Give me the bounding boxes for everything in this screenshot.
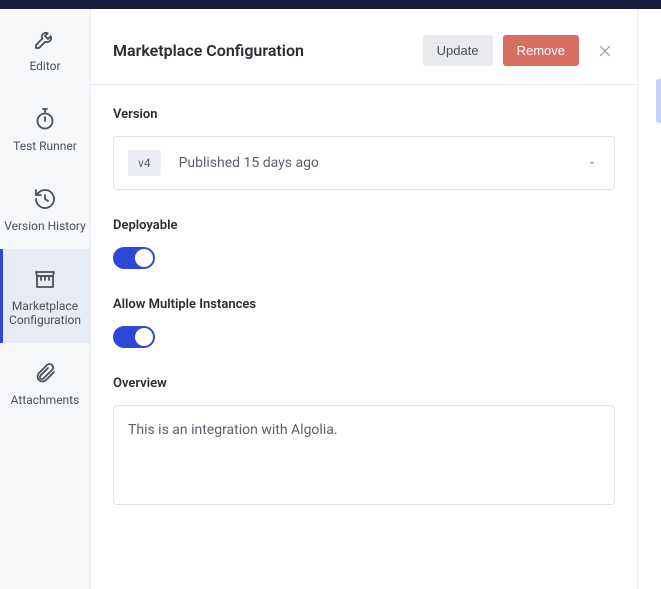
version-field: Version v4 Published 15 days ago: [113, 107, 615, 190]
close-icon: [597, 43, 613, 59]
app-topbar: [0, 0, 661, 9]
sidebar-item-attachments[interactable]: Attachments: [0, 343, 90, 423]
version-status-text: Published 15 days ago: [179, 155, 319, 171]
storefront-icon: [33, 267, 57, 291]
page-title: Marketplace Configuration: [113, 41, 304, 60]
overview-label: Overview: [113, 376, 615, 391]
chevron-down-icon: [586, 157, 598, 169]
right-drawer-handle[interactable]: [656, 79, 661, 123]
sidebar-item-label: Editor: [29, 59, 60, 73]
overview-textarea[interactable]: This is an integration with Algolia.: [113, 405, 615, 505]
deployable-label: Deployable: [113, 218, 615, 233]
paperclip-icon: [33, 361, 57, 385]
main-content: Marketplace Configuration Update Remove …: [91, 9, 637, 589]
allow-multiple-label: Allow Multiple Instances: [113, 297, 615, 312]
sidebar: Editor Test Runner Version History: [0, 9, 91, 589]
version-badge: v4: [128, 150, 161, 176]
stopwatch-icon: [33, 107, 57, 131]
sidebar-item-label: Test Runner: [13, 139, 77, 153]
wrench-icon: [33, 27, 57, 51]
history-icon: [33, 187, 57, 211]
allow-multiple-field: Allow Multiple Instances: [113, 297, 615, 348]
sidebar-item-marketplace-configuration[interactable]: Marketplace Configuration: [0, 249, 90, 343]
app-layout: Editor Test Runner Version History: [0, 9, 661, 589]
sidebar-item-editor[interactable]: Editor: [0, 9, 90, 89]
deployable-field: Deployable: [113, 218, 615, 269]
remove-button[interactable]: Remove: [503, 35, 579, 66]
panel-body: Version v4 Published 15 days ago Deploya…: [91, 85, 637, 535]
overview-field: Overview This is an integration with Alg…: [113, 376, 615, 505]
sidebar-item-version-history[interactable]: Version History: [0, 169, 90, 249]
version-label: Version: [113, 107, 615, 122]
close-button[interactable]: [595, 41, 615, 61]
allow-multiple-toggle[interactable]: [113, 326, 155, 348]
toggle-knob: [135, 249, 153, 267]
toggle-knob: [135, 328, 153, 346]
version-select[interactable]: v4 Published 15 days ago: [113, 136, 615, 190]
sidebar-item-label: Attachments: [11, 393, 80, 407]
sidebar-item-label: Version History: [4, 219, 86, 233]
overview-text: This is an integration with Algolia.: [128, 422, 338, 438]
right-gutter: [637, 9, 661, 589]
sidebar-item-test-runner[interactable]: Test Runner: [0, 89, 90, 169]
header-actions: Update Remove: [423, 35, 615, 66]
sidebar-item-label: Marketplace Configuration: [4, 299, 86, 327]
update-button[interactable]: Update: [423, 35, 493, 66]
deployable-toggle[interactable]: [113, 247, 155, 269]
panel-header: Marketplace Configuration Update Remove: [91, 9, 637, 85]
